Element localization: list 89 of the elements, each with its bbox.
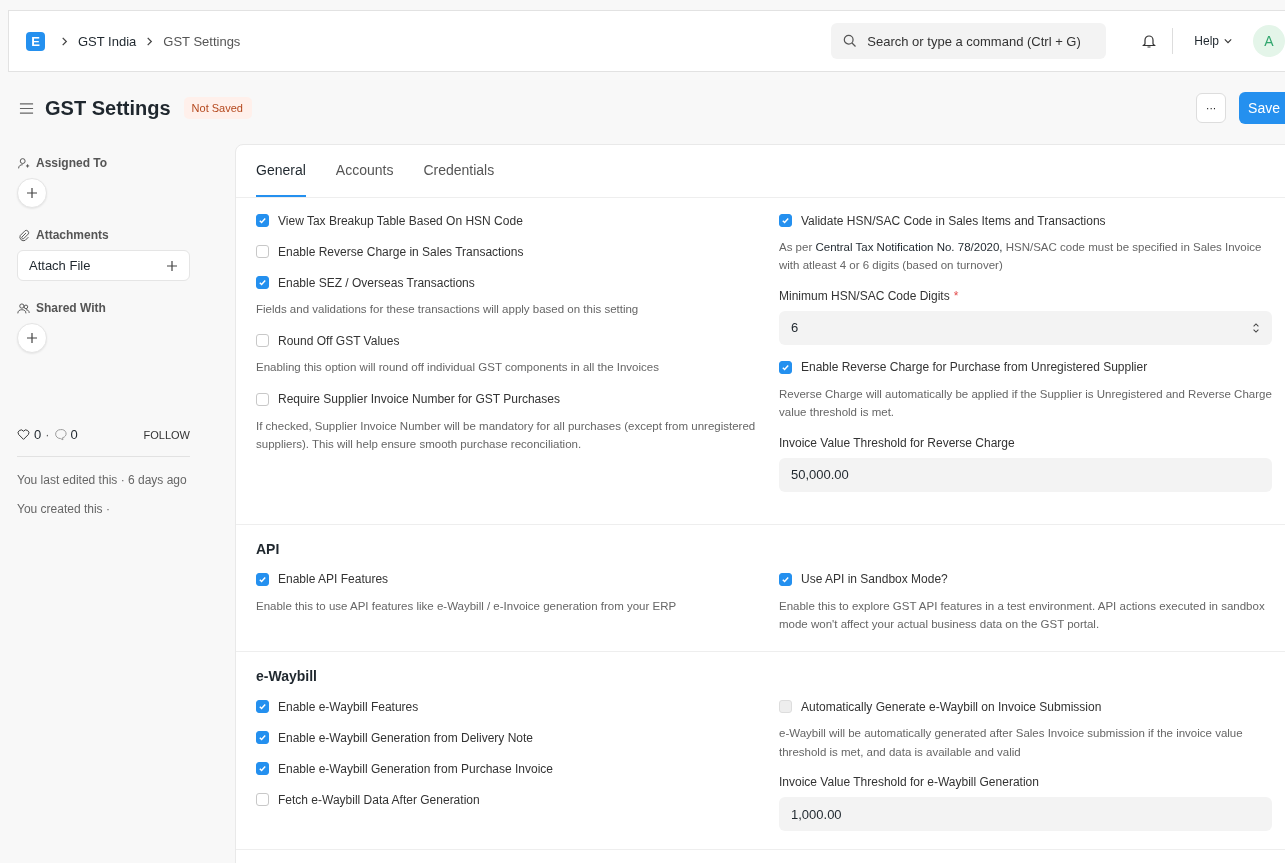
field-description: Fields and validations for these transactions will apply based on this setting (256, 302, 640, 317)
select-field[interactable]: 6 (779, 310, 1272, 345)
checkbox-label: Validate HSN/SAC Code in Sales Items and Transactions (801, 213, 1106, 228)
breadcrumb-link[interactable]: GST India (78, 33, 137, 49)
chevron-icon (60, 36, 69, 46)
users-icon (17, 301, 30, 315)
field-description: As per Central Tax Notification No. 78/2020, HSN/SAC code must be specified in Sales Invoice with atleast 4 or 6 digits (based on turnover) (779, 240, 1263, 274)
checkbox-label: Round Off GST Values (278, 333, 400, 348)
checkbox[interactable] (256, 762, 269, 776)
breadcrumb-link[interactable]: GST Settings (163, 33, 241, 49)
checkbox-label: Enable e-Waybill Features (278, 699, 419, 714)
sort-arrows-icon (1252, 321, 1260, 334)
checkmark-icon (258, 574, 267, 584)
checkbox[interactable] (779, 572, 792, 586)
checkbox-label: Use API in Sandbox Mode? (801, 572, 948, 587)
input-field[interactable]: 1,000.00 (779, 797, 1272, 832)
tab[interactable]: Credentials (423, 145, 495, 197)
checkmark-icon (258, 702, 267, 712)
checkmark-icon (258, 216, 267, 225)
checkbox-label: Fetch e-Waybill Data After Generation (278, 792, 480, 807)
input-field[interactable]: 50,000.00 (779, 457, 1272, 492)
checkbox[interactable] (256, 276, 269, 289)
checkbox-label: Enable e-Waybill Generation from Purchase Invoice (278, 761, 554, 776)
add-share-button[interactable] (17, 323, 47, 353)
checkbox[interactable] (256, 214, 269, 227)
comment-icon[interactable] (53, 428, 67, 441)
checkbox[interactable] (256, 392, 269, 406)
checkbox[interactable] (256, 334, 269, 348)
chevron-icon (145, 36, 155, 46)
field-description: e-Waybill will be automatically generated after Sales Invoice submission if the invoice value threshold is met, and data is available and valid (779, 726, 1244, 760)
field-description: Reverse Charge will automatically be applied if the Supplier is Unregistered and Reverse Charge value threshold is met. (779, 386, 1272, 421)
heart-icon[interactable] (17, 428, 30, 441)
caret-icon (1224, 37, 1232, 45)
checkmark-icon (781, 216, 790, 225)
search-field[interactable]: Search or type a command (Ctrl + G) (831, 23, 1107, 59)
add-assignee-button[interactable] (17, 178, 47, 208)
checkbox[interactable] (256, 793, 269, 807)
checkmark-icon (781, 362, 790, 372)
field-description: Enable this to use API features like e-Waybill / e-Invoice generation from your ERP (256, 598, 678, 614)
checkbox[interactable] (256, 572, 269, 586)
field-label: Minimum HSN/SAC Code Digits (779, 288, 950, 303)
checkbox-label: Enable Reverse Charge in Sales Transactions (278, 244, 524, 259)
tab[interactable]: Accounts (335, 145, 394, 197)
section-label: Assigned To (36, 156, 108, 170)
checkbox-label: Enable e-Waybill Generation from Delivery Note (278, 730, 533, 745)
checkbox-label: Automatically Generate e-Waybill on Invoice Submission (801, 699, 1102, 714)
page-title: GST Settings (45, 96, 171, 120)
menu-icon[interactable] (19, 100, 34, 116)
checkbox-label: Enable SEZ / Overseas Transactions (278, 275, 475, 290)
checkmark-icon (258, 278, 267, 287)
separator-dot: · (45, 427, 50, 442)
field-label: Invoice Value Threshold for Reverse Charge (779, 435, 1015, 450)
field-description: Enable this to explore GST API features in a test environment. API actions executed in sandbox mode won't affect your actual business data on the GST portal. (779, 598, 1266, 632)
section-heading: API (256, 540, 281, 557)
user-add-icon (17, 156, 30, 170)
checkbox[interactable] (256, 731, 269, 745)
checkbox-label: Require Supplier Invoice Number for GST Purchases (278, 392, 560, 407)
last-edited-text: You last edited this · 6 days ago (17, 472, 188, 489)
attach-file-button[interactable]: Attach File (17, 250, 190, 281)
checkbox[interactable] (256, 700, 269, 714)
like-count: 0 (34, 427, 42, 442)
field-label: Invoice Value Threshold for e-Waybill Generation (779, 775, 1039, 790)
checkbox[interactable] (779, 214, 792, 227)
plus-icon (166, 259, 178, 272)
checkmark-icon (258, 733, 267, 743)
status-badge: Not Saved (183, 97, 252, 119)
field-description: If checked, Supplier Invoice Number will be mandatory for all purchases (except from unregistered suppliers). This will help ensure smooth purchase reconciliation. (256, 418, 757, 453)
created-text: You created this · (17, 501, 111, 519)
checkbox-label: View Tax Breakup Table Based On HSN Code (278, 213, 523, 228)
checkbox-label: Enable Reverse Charge for Purchase from Unregistered Supplier (801, 360, 1148, 375)
plus-icon (26, 332, 38, 344)
checkbox[interactable] (256, 245, 269, 258)
required-mark: * (953, 288, 959, 303)
more-button[interactable]: ··· (1196, 93, 1227, 123)
checkbox[interactable] (779, 360, 792, 374)
section-label: Shared With (36, 301, 106, 315)
plus-icon (26, 187, 38, 199)
notification-bell-icon[interactable] (1141, 33, 1158, 49)
checkmark-icon (781, 574, 790, 584)
tab[interactable]: General (256, 145, 306, 197)
comment-count: 0 (70, 427, 78, 442)
checkmark-icon (258, 764, 267, 774)
section-heading: e-Waybill (256, 668, 318, 685)
checkbox-label: Enable API Features (278, 572, 389, 587)
section-label: Attachments (36, 228, 109, 242)
field-description: Enabling this option will round off individual GST components in all the Invoices (256, 360, 660, 376)
follow-link[interactable]: FOLLOW (143, 428, 190, 441)
help-menu-button[interactable]: Help (1188, 33, 1238, 49)
paperclip-icon (17, 228, 30, 242)
